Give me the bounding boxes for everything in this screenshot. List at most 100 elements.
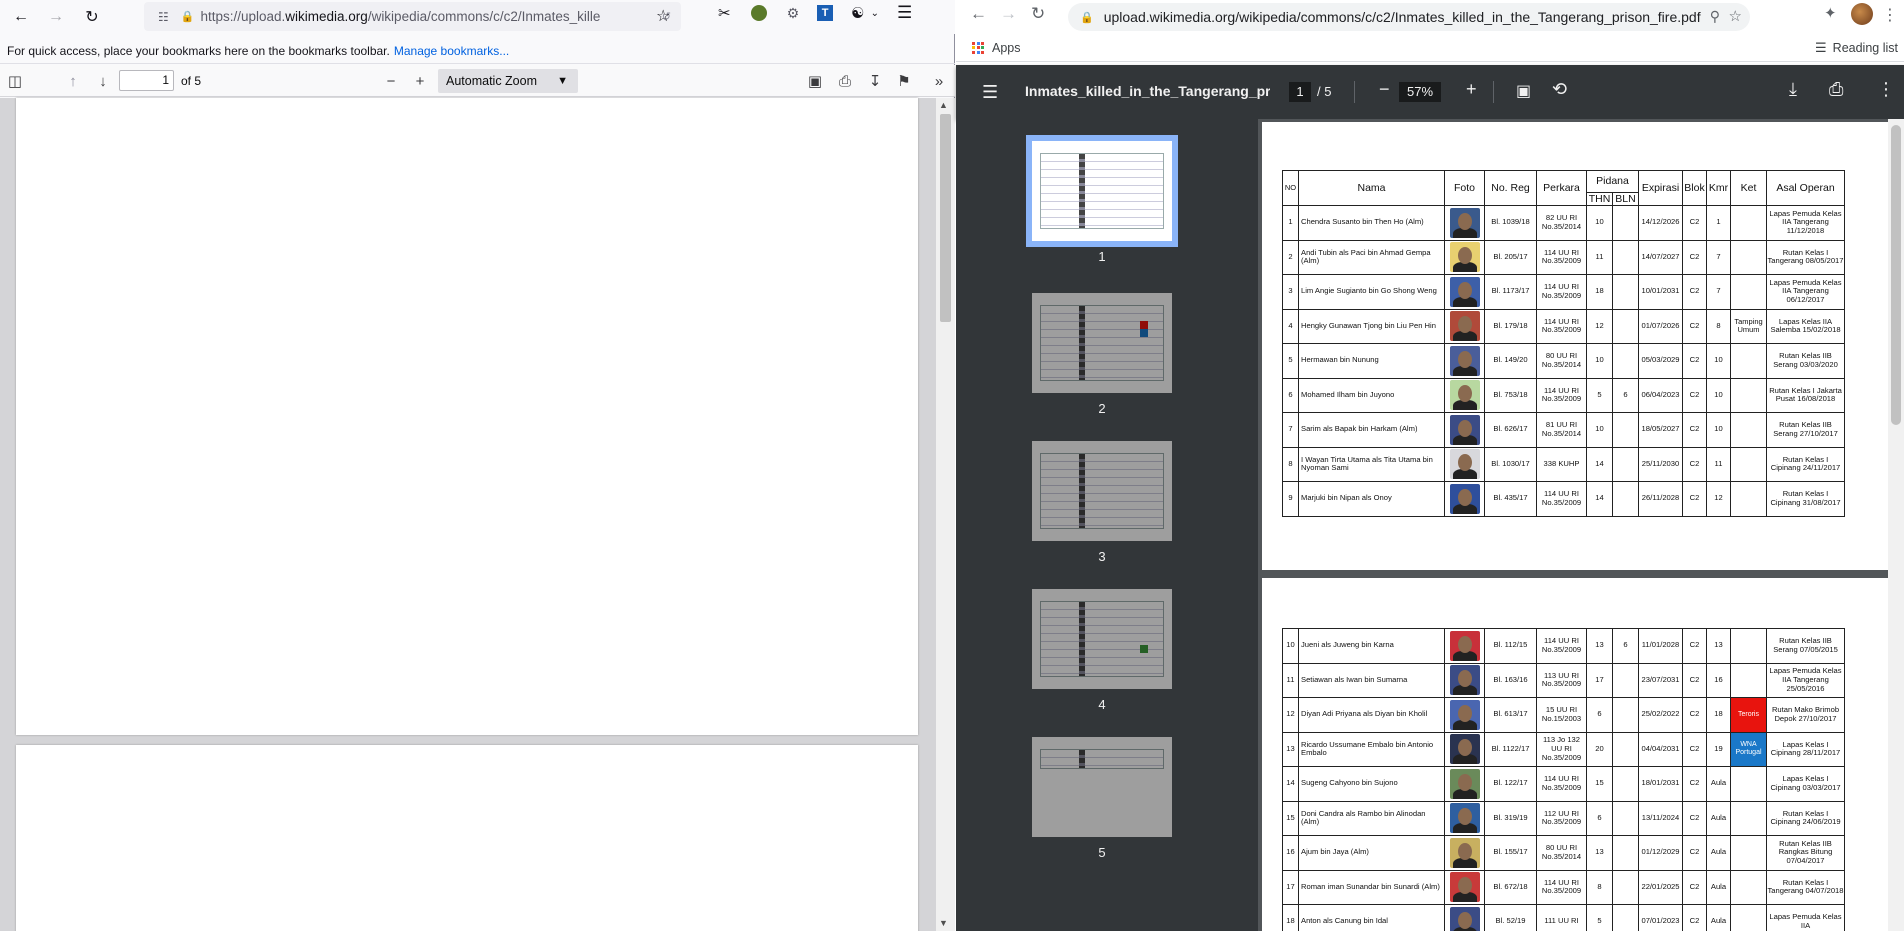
sidebar-toggle-icon[interactable]: ◫	[4, 70, 26, 92]
no-cell: 3	[1282, 274, 1299, 310]
thn-cell: 20	[1586, 731, 1613, 767]
nama-cell: Doni Candra als Rambo bin Alinodan (Alm)	[1298, 800, 1445, 836]
lock-icon[interactable]: 🔒	[1080, 11, 1094, 24]
bookmark-star-icon[interactable]: ☆	[1729, 7, 1742, 25]
bookmarks-bar: Apps ☰ Reading list	[956, 34, 1904, 62]
zoom-in-icon[interactable]: +	[1466, 79, 1477, 100]
bln-cell	[1612, 904, 1639, 931]
save-icon[interactable]: ↧	[864, 70, 886, 92]
print-icon[interactable]: ⎙	[1829, 79, 1843, 100]
zoom-out-icon[interactable]: −	[380, 70, 402, 92]
back-button[interactable]: ←	[6, 2, 36, 32]
thumbnail-page-4[interactable]: 4	[1032, 589, 1172, 712]
scroll-up-icon[interactable]: ▲	[939, 100, 948, 110]
no-cell: 18	[1282, 904, 1299, 931]
perkara-cell: 114 UU RI No.35/2009	[1536, 481, 1587, 517]
thumbnail-page-3[interactable]: 3	[1032, 441, 1172, 564]
pdfjs-toolbar: ◫ ↑ ↓ 1 of 5 − + Automatic Zoom ▼ ▣ ⎙ ↧ ⚑…	[0, 65, 955, 97]
url-bar[interactable]: ☷ 🔒 https://upload.wikimedia.org/wikiped…	[144, 2, 681, 31]
pdf-viewer-area[interactable]: ▲ ▼	[0, 98, 955, 931]
blok-cell: C2	[1682, 239, 1707, 276]
nama-cell: Setiawan als Iwan bin Sumarna	[1298, 662, 1445, 698]
lock-icon[interactable]: 🔒	[181, 10, 195, 23]
manage-bookmarks-link[interactable]: Manage bookmarks...	[394, 44, 509, 58]
omnibox[interactable]: 🔒 upload.wikimedia.org/wikipedia/commons…	[1068, 3, 1750, 31]
perkara-cell: 114 UU RI No.35/2009	[1536, 308, 1587, 345]
reload-button[interactable]: ↻	[77, 2, 107, 32]
extension-icon[interactable]	[750, 5, 767, 21]
bookmarks-hint-text: For quick access, place your bookmarks h…	[7, 43, 390, 58]
thn-cell: 5	[1586, 904, 1613, 931]
kmr-cell: 12	[1706, 481, 1731, 517]
back-button[interactable]: ←	[970, 4, 987, 24]
menu-icon[interactable]: ⋮	[1882, 5, 1898, 25]
scrollbar[interactable]: ▲ ▼	[936, 98, 955, 931]
forward-button[interactable]: →	[41, 2, 71, 32]
download-icon[interactable]: ⤓	[1789, 79, 1797, 100]
apps-icon[interactable]	[972, 41, 984, 54]
presentation-mode-icon[interactable]: ▣	[804, 70, 826, 92]
reload-button[interactable]: ↻	[1031, 4, 1045, 24]
perkara-cell: 112 UU RI No.35/2009	[1536, 800, 1587, 836]
page-number-input[interactable]: 1	[1289, 82, 1311, 102]
scroll-down-icon[interactable]: ▼	[939, 918, 948, 928]
dropdown-chevron-icon[interactable]: ⌄	[871, 8, 879, 19]
forward-button[interactable]: →	[1000, 4, 1017, 24]
photo-cell	[1444, 731, 1485, 767]
no-reg-cell: Bl. 1122/17	[1484, 731, 1537, 767]
apps-link[interactable]: Apps	[992, 41, 1021, 55]
ket-cell	[1730, 766, 1767, 802]
toolbar-divider	[1354, 81, 1355, 103]
asal-operan-cell: Rutan Kelas I Cipinang 24/06/2019	[1766, 800, 1845, 836]
reading-list-button[interactable]: ☰ Reading list	[1815, 40, 1898, 56]
thumbnail-page-1[interactable]: 1	[1026, 135, 1178, 264]
page-number-input[interactable]: 1	[119, 70, 174, 91]
extensions-icon[interactable]: ✦	[1824, 4, 1837, 22]
no-cell: 14	[1282, 766, 1299, 802]
bookmark-star-icon[interactable]: ☆	[656, 6, 670, 26]
tools-icon[interactable]: »	[928, 70, 950, 92]
zoom-select[interactable]: Automatic Zoom ▼	[438, 69, 578, 93]
photo-cell	[1444, 412, 1485, 448]
puzzle-extension-icon[interactable]: ⚙	[787, 5, 800, 22]
pdf-page-1-blank	[16, 98, 918, 735]
translate-extension-icon[interactable]: T	[817, 5, 834, 21]
avatar[interactable]	[1851, 3, 1873, 25]
scrollbar-thumb[interactable]	[940, 114, 951, 322]
zoom-in-icon[interactable]: +	[409, 70, 431, 92]
screenshot-icon[interactable]: ✂	[718, 4, 731, 22]
thn-cell: 14	[1586, 481, 1613, 517]
photo-cell	[1444, 869, 1485, 905]
previous-page-icon[interactable]: ↑	[62, 70, 84, 92]
pdf-document-view[interactable]: NO Nama Foto No. Reg Perkara Pidana Expirasi Bl…	[1258, 119, 1904, 931]
no-cell: 7	[1282, 412, 1299, 448]
url-domain: wikimedia.org	[285, 9, 368, 24]
kmr-cell: 7	[1706, 239, 1731, 276]
scrollbar-thumb[interactable]	[1891, 125, 1901, 425]
thumbnail-page-2[interactable]: 2	[1032, 293, 1172, 416]
bln-cell	[1612, 481, 1639, 517]
zoom-input[interactable]: 57%	[1399, 82, 1441, 102]
tracking-protection-icon[interactable]: ☷	[158, 10, 169, 24]
sidebar-menu-icon[interactable]: ☰	[982, 82, 998, 103]
print-icon[interactable]: ⎙	[834, 70, 856, 92]
inmate-photo	[1449, 734, 1480, 765]
asal-operan-cell: Rutan Kelas I Cipinang 24/11/2017	[1766, 446, 1845, 483]
sync-icon[interactable]: ☯	[851, 4, 864, 22]
menu-icon[interactable]: ☰	[897, 3, 912, 23]
next-page-icon[interactable]: ↓	[92, 70, 114, 92]
thumbnail-page-5[interactable]: 5	[1032, 737, 1172, 860]
bookmark-icon[interactable]: ⚑	[893, 70, 915, 92]
rotate-icon[interactable]: ⟲	[1552, 79, 1567, 100]
thn-cell: 11	[1586, 239, 1613, 276]
photo-cell	[1444, 662, 1485, 698]
fit-page-icon[interactable]: ▣	[1516, 81, 1531, 101]
no-reg-cell: Bl. 122/17	[1484, 766, 1537, 802]
expirasi-cell: 25/02/2022	[1638, 697, 1683, 733]
zoom-out-icon[interactable]: −	[1379, 79, 1390, 100]
kmr-cell: Aula	[1706, 869, 1731, 905]
zoom-icon[interactable]: ⚲	[1710, 8, 1720, 25]
more-actions-icon[interactable]: ⋮	[1877, 79, 1895, 100]
nama-cell: Jueni als Juweng bin Karna	[1298, 628, 1445, 664]
scrollbar[interactable]	[1888, 119, 1904, 931]
